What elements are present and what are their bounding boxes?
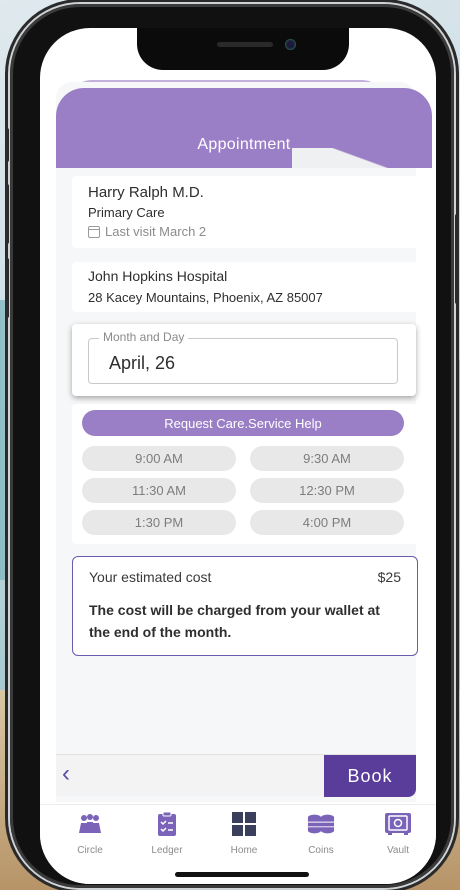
- cost-panel: Your estimated cost $25 The cost will be…: [72, 556, 418, 656]
- time-slot[interactable]: 4:00 PM: [250, 510, 404, 535]
- vault-icon: [384, 811, 412, 837]
- cost-note: The cost will be charged from your walle…: [89, 602, 380, 640]
- phone-power-button: [455, 214, 459, 304]
- back-button[interactable]: ‹: [62, 762, 88, 789]
- speaker-grille: [217, 42, 273, 47]
- tab-label: Ledger: [151, 845, 183, 856]
- phone-volume-up: [5, 184, 9, 244]
- hospital-panel[interactable]: John Hopkins Hospital 28 Kacey Mountains…: [72, 262, 418, 312]
- tab-label: Vault: [386, 845, 410, 856]
- tab-ledger[interactable]: Ledger: [137, 811, 197, 856]
- time-slots-panel: Request Care.Service Help 9:00 AM 9:30 A…: [72, 404, 418, 544]
- home-indicator: [175, 872, 309, 877]
- request-help-button[interactable]: Request Care.Service Help: [82, 410, 404, 436]
- time-slot[interactable]: 1:30 PM: [82, 510, 236, 535]
- date-picker-panel: Month and Day April, 26: [72, 324, 416, 396]
- tab-vault[interactable]: Vault: [368, 811, 428, 856]
- page-title: Appointment: [197, 136, 291, 153]
- phone-volume-down: [5, 258, 9, 318]
- cost-label: Your estimated cost: [89, 569, 212, 585]
- month-day-value: April, 26: [109, 353, 176, 373]
- last-visit: Last visit March 2: [88, 224, 402, 239]
- time-slot[interactable]: 12:30 PM: [250, 478, 404, 503]
- phone-mute-switch: [5, 128, 9, 162]
- phone-screen: Appointment Harry Ralph M.D. Primary Car…: [40, 28, 436, 884]
- tab-label: Home: [230, 845, 258, 856]
- tab-label: Circle: [77, 845, 103, 856]
- month-day-field[interactable]: Month and Day April, 26: [88, 330, 398, 384]
- appointment-header: Appointment: [56, 88, 432, 168]
- doctor-panel[interactable]: Harry Ralph M.D. Primary Care Last visit…: [72, 176, 418, 248]
- last-visit-text: Last visit March 2: [105, 224, 207, 239]
- doctor-name: Harry Ralph M.D.: [88, 184, 204, 201]
- phone-frame: Appointment Harry Ralph M.D. Primary Car…: [5, 4, 459, 888]
- front-camera: [285, 39, 296, 50]
- grid-icon: [230, 811, 258, 837]
- clipboard-icon: [153, 811, 181, 837]
- tab-coins[interactable]: Coins: [291, 811, 351, 856]
- people-icon: [76, 811, 104, 837]
- tab-circle[interactable]: Circle: [60, 811, 120, 856]
- time-slot[interactable]: 9:00 AM: [82, 446, 236, 471]
- coins-icon: [307, 811, 335, 837]
- hospital-address: 28 Kacey Mountains, Phoenix, AZ 85007: [88, 290, 323, 305]
- book-button[interactable]: Book: [324, 755, 416, 797]
- doctor-specialty: Primary Care: [88, 205, 165, 220]
- time-slot[interactable]: 9:30 AM: [250, 446, 404, 471]
- month-day-label: Month and Day: [99, 330, 189, 344]
- calendar-icon: [88, 225, 100, 238]
- cost-amount: $25: [377, 569, 401, 585]
- hospital-name: John Hopkins Hospital: [88, 268, 228, 284]
- phone-notch: [137, 28, 349, 70]
- time-slot[interactable]: 11:30 AM: [82, 478, 236, 503]
- tab-home[interactable]: Home: [214, 811, 274, 856]
- action-bar: ‹ Book: [56, 754, 416, 797]
- tab-label: Coins: [308, 845, 334, 856]
